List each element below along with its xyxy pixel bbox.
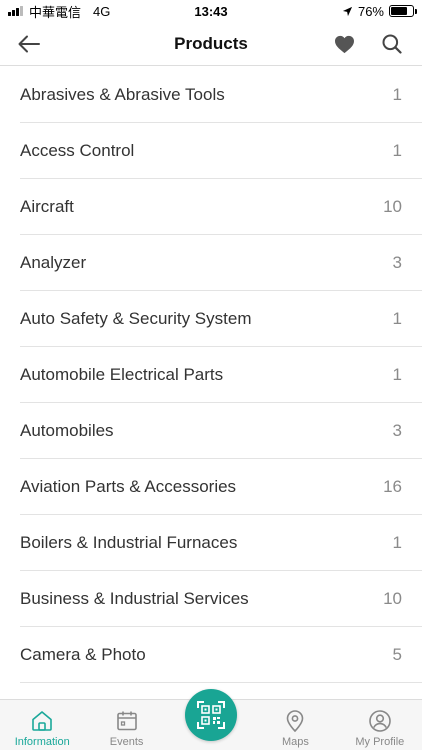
tab-label: Events <box>109 736 144 748</box>
product-label: Business & Industrial Services <box>20 588 249 608</box>
list-item[interactable]: Access Control 1 <box>20 123 422 179</box>
battery-icon <box>389 5 417 17</box>
status-right: 76% <box>342 3 417 19</box>
product-list: Abrasives & Abrasive Tools 1 Access Contr… <box>0 67 422 699</box>
product-label: Abrasives & Abrasive Tools <box>20 84 225 104</box>
product-label: Access Control <box>20 140 135 160</box>
product-count: 3 <box>392 252 402 272</box>
product-count: 1 <box>392 364 402 384</box>
product-label: Automobiles <box>20 420 114 440</box>
list-item[interactable]: Abrasives & Abrasive Tools 1 <box>20 67 422 123</box>
back-arrow-icon <box>18 35 40 53</box>
tab-information[interactable]: Information <box>0 700 84 750</box>
battery-percent: 76% <box>357 3 384 19</box>
status-time: 13:43 <box>194 3 228 19</box>
list-item[interactable]: Boilers & Industrial Furnaces 1 <box>20 515 422 571</box>
status-left: 中華電信 4G <box>8 2 110 21</box>
tab-label: My Profile <box>355 736 405 748</box>
list-item[interactable]: Analyzer 3 <box>20 235 422 291</box>
product-count: 1 <box>392 308 402 328</box>
home-icon <box>32 711 53 731</box>
battery-fill <box>391 7 407 15</box>
network-type: 4G <box>93 3 111 19</box>
product-count: 10 <box>383 196 402 216</box>
product-label: Auto Safety & Security System <box>20 308 252 328</box>
product-label: Automobile Electrical Parts <box>20 364 224 384</box>
location-arrow-icon <box>342 6 353 16</box>
tab-my-profile[interactable]: My Profile <box>338 700 422 750</box>
list-item[interactable]: Camera & Photo 5 <box>20 627 422 683</box>
product-count: 1 <box>392 84 402 104</box>
product-label: Aircraft <box>20 196 74 216</box>
search-icon <box>382 34 402 54</box>
list-item[interactable]: Aircraft 10 <box>20 179 422 235</box>
product-count: 1 <box>392 532 402 552</box>
tab-label: Maps <box>281 736 309 748</box>
product-label: Analyzer <box>20 252 87 272</box>
tab-events[interactable]: Events <box>84 700 168 750</box>
list-item[interactable]: Auto Safety & Security System 1 <box>20 291 422 347</box>
signal-icon <box>8 6 23 16</box>
page-title: Products <box>174 33 248 53</box>
product-label: Boilers & Industrial Furnaces <box>20 532 238 552</box>
carrier-name: 中華電信 <box>29 4 82 20</box>
search-button[interactable] <box>380 32 404 56</box>
tab-label: Information <box>14 736 70 748</box>
heart-icon <box>334 35 354 53</box>
profile-icon <box>369 710 391 732</box>
product-count: 3 <box>392 420 402 440</box>
list-item[interactable]: Automobiles 3 <box>20 403 422 459</box>
qr-scan-button[interactable] <box>185 689 237 741</box>
list-item[interactable]: Aviation Parts & Accessories 16 <box>20 459 422 515</box>
product-label: Aviation Parts & Accessories <box>20 476 237 496</box>
status-bar: 中華電信 4G 13:43 76% <box>0 0 422 22</box>
product-count: 1 <box>392 140 402 160</box>
product-count: 16 <box>383 476 402 496</box>
back-button[interactable] <box>16 32 42 56</box>
calendar-icon <box>116 711 137 731</box>
favorites-button[interactable] <box>332 32 356 56</box>
product-count: 5 <box>392 644 402 664</box>
product-label: Camera & Photo <box>20 644 146 664</box>
product-count: 10 <box>383 588 402 608</box>
map-pin-icon <box>287 710 304 733</box>
list-item[interactable]: Business & Industrial Services 10 <box>20 571 422 627</box>
qr-scan-icon <box>197 701 225 729</box>
tab-maps[interactable]: Maps <box>253 700 337 750</box>
list-item[interactable]: Automobile Electrical Parts 1 <box>20 347 422 403</box>
nav-header: Products <box>0 22 422 66</box>
